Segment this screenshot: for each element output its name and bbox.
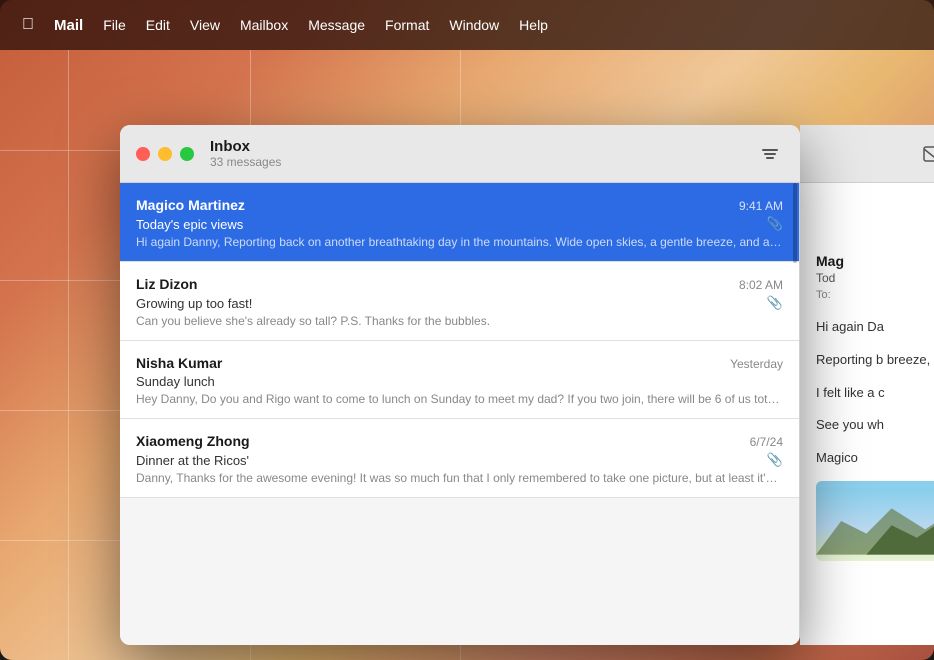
attachment-icon: 📎 [767, 216, 783, 232]
mail-preview: Danny, Thanks for the awesome evening! I… [136, 471, 783, 485]
window-titlebar: Inbox 33 messages [120, 125, 800, 183]
mail-item-header: Liz Dizon 8:02 AM [136, 276, 783, 292]
mail-subject: Dinner at the Ricos' 📎 [136, 452, 783, 468]
mail-list: Magico Martinez 9:41 AM Today's epic vie… [120, 183, 799, 645]
inbox-message-count: 33 messages [210, 155, 756, 169]
detail-body-paragraph: I felt like a c [816, 383, 934, 404]
scrollbar-track[interactable] [791, 183, 799, 645]
apple-menu-icon[interactable]:  [12, 12, 44, 38]
menubar-item-view[interactable]: View [180, 13, 230, 37]
mail-item[interactable]: Nisha Kumar Yesterday Sunday lunch Hey D… [120, 341, 799, 419]
mail-item-header: Xiaomeng Zhong 6/7/24 [136, 433, 783, 449]
detail-body-paragraph: Reporting b breeze, and [816, 350, 934, 371]
window-close-button[interactable] [136, 147, 150, 161]
mail-time: 9:41 AM [739, 199, 783, 213]
detail-subject: Tod [816, 271, 934, 285]
menubar-item-window[interactable]: Window [439, 13, 509, 37]
mail-time: Yesterday [730, 357, 783, 371]
window-title-area: Inbox 33 messages [210, 138, 756, 169]
mail-subject: Today's epic views 📎 [136, 216, 783, 232]
menubar-item-edit[interactable]: Edit [136, 13, 180, 37]
detail-body-paragraph: Hi again Da [816, 317, 934, 338]
email-image-attachment [816, 481, 934, 561]
menubar-item-file[interactable]: File [93, 13, 136, 37]
filter-icon[interactable] [756, 140, 784, 168]
window-maximize-button[interactable] [180, 147, 194, 161]
mail-time: 6/7/24 [750, 435, 783, 449]
detail-to: To: [816, 289, 934, 301]
detail-body: Hi again Da Reporting b breeze, and I fe… [816, 317, 934, 469]
mail-preview: Can you believe she's already so tall? P… [136, 314, 783, 328]
mail-item-header: Nisha Kumar Yesterday [136, 355, 783, 371]
window-minimize-button[interactable] [158, 147, 172, 161]
mail-sender-name: Nisha Kumar [136, 355, 222, 371]
mail-sender-name: Magico Martinez [136, 197, 245, 213]
mail-list-panel: Magico Martinez 9:41 AM Today's epic vie… [120, 183, 800, 645]
mail-item-header: Magico Martinez 9:41 AM [136, 197, 783, 213]
detail-panel: Mag Tod To: Hi again Da Reporting b bree… [800, 125, 934, 645]
mail-window-content: Magico Martinez 9:41 AM Today's epic vie… [120, 183, 800, 645]
inbox-title: Inbox [210, 138, 756, 155]
window-toolbar-icons [756, 140, 784, 168]
mail-preview: Hi again Danny, Reporting back on anothe… [136, 235, 783, 249]
attachment-icon: 📎 [767, 295, 783, 311]
menubar:  Mail File Edit View Mailbox Message Fo… [0, 0, 934, 50]
menubar-item-mailbox[interactable]: Mailbox [230, 13, 298, 37]
scrollbar-thumb[interactable] [793, 183, 797, 263]
mail-subject: Growing up too fast! 📎 [136, 295, 783, 311]
detail-body-paragraph: See you wh [816, 415, 934, 436]
menubar-item-message[interactable]: Message [298, 13, 375, 37]
mail-item[interactable]: Xiaomeng Zhong 6/7/24 Dinner at the Rico… [120, 419, 799, 498]
mail-item[interactable]: Magico Martinez 9:41 AM Today's epic vie… [120, 183, 799, 262]
detail-email-content: Mag Tod To: Hi again Da Reporting b bree… [800, 183, 934, 645]
menubar-item-format[interactable]: Format [375, 13, 439, 37]
mail-sender-name: Xiaomeng Zhong [136, 433, 250, 449]
mail-window: Inbox 33 messages Magico Martinez 9:41 [120, 125, 800, 645]
mail-sender-name: Liz Dizon [136, 276, 197, 292]
mail-subject: Sunday lunch [136, 374, 783, 389]
menubar-item-mail[interactable]: Mail [44, 13, 93, 38]
compose-envelope-icon[interactable] [920, 140, 934, 168]
menubar-item-help[interactable]: Help [509, 13, 558, 37]
detail-body-paragraph: Magico [816, 448, 934, 469]
mail-item[interactable]: Liz Dizon 8:02 AM Growing up too fast! 📎… [120, 262, 799, 341]
detail-toolbar [800, 125, 934, 183]
window-controls [136, 147, 194, 161]
mail-preview: Hey Danny, Do you and Rigo want to come … [136, 392, 783, 406]
detail-sender-name: Mag [816, 253, 934, 269]
attachment-icon: 📎 [767, 452, 783, 468]
mail-time: 8:02 AM [739, 278, 783, 292]
